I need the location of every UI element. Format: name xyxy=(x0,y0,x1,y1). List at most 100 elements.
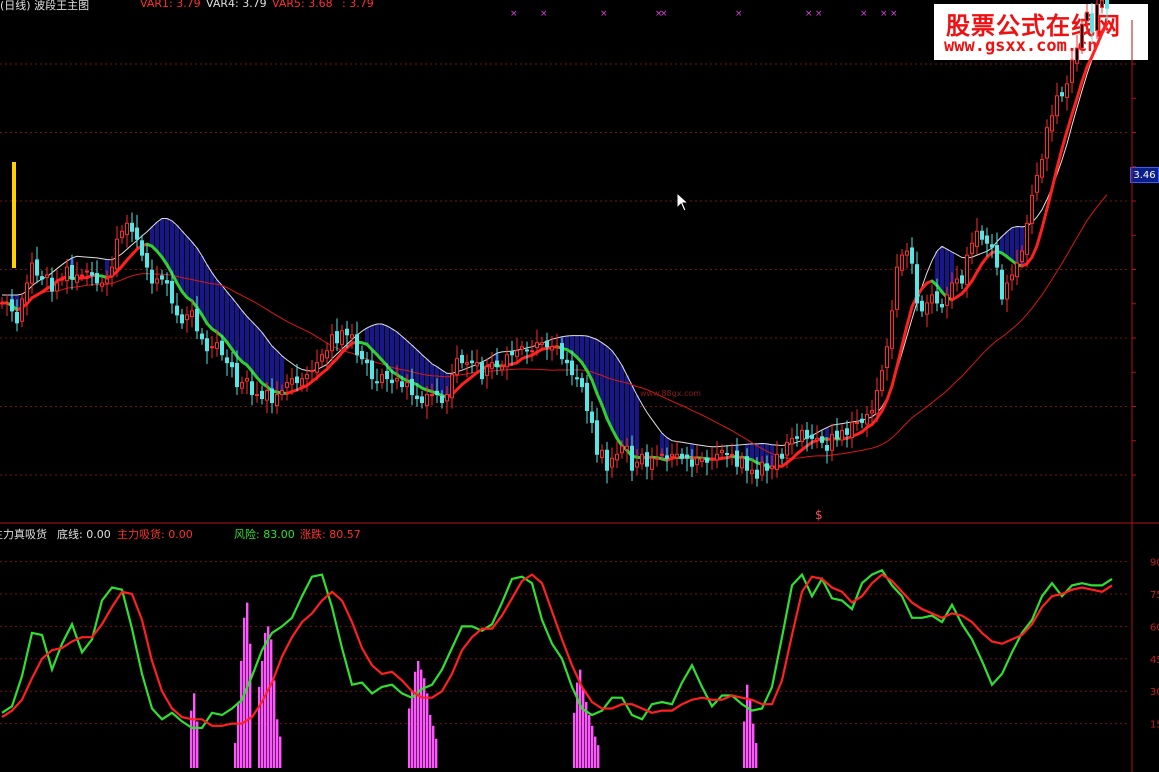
candle-body xyxy=(640,453,644,465)
candle-body xyxy=(525,349,529,352)
candle-body xyxy=(870,409,874,414)
candle-body xyxy=(1075,47,1079,64)
candle-body xyxy=(295,376,299,384)
candle-body xyxy=(85,270,89,273)
candle-body xyxy=(845,428,849,435)
candle-body xyxy=(20,298,24,322)
candle-body xyxy=(205,338,209,352)
candle-body xyxy=(800,429,804,443)
candle-body xyxy=(665,455,669,459)
candle-body xyxy=(700,457,704,462)
top-signal-marker: × xyxy=(890,9,898,19)
candle-body xyxy=(115,238,119,270)
candle-body xyxy=(855,421,859,424)
candle-body xyxy=(1055,95,1059,117)
candle-body xyxy=(1105,0,1109,9)
top-signal-marker: × xyxy=(510,9,518,19)
candle-body xyxy=(1020,250,1024,263)
candle-body xyxy=(585,382,589,411)
candle-body xyxy=(365,359,369,364)
chart-canvas[interactable]: ××××××××××× 15 30 45 60 75 90 xyxy=(0,0,1159,772)
accumulation-bar xyxy=(432,725,435,768)
candle-body xyxy=(645,452,649,467)
candle-body xyxy=(445,394,449,402)
candle-body xyxy=(255,394,259,397)
trend-line-segment xyxy=(1075,79,1084,100)
candle-body xyxy=(685,454,689,459)
accumulation-bar xyxy=(267,626,270,768)
accumulation-bar xyxy=(414,671,417,768)
accumulation-bar xyxy=(276,719,279,768)
candle-body xyxy=(155,278,159,284)
candle-body xyxy=(820,436,824,443)
candle-body xyxy=(470,360,474,364)
trend-line-segment xyxy=(885,384,894,402)
candle-body xyxy=(270,388,274,404)
candle-body xyxy=(1025,222,1029,255)
candle-body xyxy=(960,275,964,284)
candle-body xyxy=(935,291,939,304)
accumulation-readout: 主力吸货: 0.00 xyxy=(117,528,193,541)
candle-body xyxy=(1015,262,1019,278)
dividend-marker: $ xyxy=(815,508,823,522)
candle-body xyxy=(920,300,924,312)
accumulation-bar xyxy=(743,721,746,768)
candle-body xyxy=(220,340,224,356)
candle-body xyxy=(520,346,524,350)
candle-body xyxy=(575,377,579,380)
top-signal-marker: × xyxy=(815,9,823,19)
osc-tick-label: 75 xyxy=(1150,590,1159,601)
candle-body xyxy=(50,277,54,292)
accumulation-bar xyxy=(234,743,237,768)
candle-body xyxy=(420,396,424,404)
candle-body xyxy=(690,459,694,467)
osc-tick-label: 90 xyxy=(1150,558,1159,569)
accumulation-bar xyxy=(594,736,597,768)
candle-body xyxy=(955,278,959,284)
candle-body xyxy=(630,445,634,471)
top-signal-marker: × xyxy=(600,9,608,19)
candle-body xyxy=(940,304,944,308)
candle-body xyxy=(1100,0,1104,8)
stock-chart-screen: (日线) 波段王主图 VAR1: 3.79 VAR4: 3.79 VAR5: 3… xyxy=(0,0,1159,772)
grid-lines xyxy=(0,20,1159,772)
candle-body xyxy=(1030,194,1034,224)
candle-body xyxy=(405,382,409,388)
accumulation-bar xyxy=(273,680,276,768)
candle-body xyxy=(460,355,464,364)
accumulation-bar xyxy=(426,693,429,768)
candle-body xyxy=(680,453,684,459)
candle-body xyxy=(490,362,494,369)
candle-body xyxy=(280,390,284,396)
candle-body xyxy=(970,242,974,255)
candle-body xyxy=(915,264,919,304)
candle-body xyxy=(500,366,504,371)
candle-body xyxy=(180,314,184,324)
candle-body xyxy=(335,331,339,344)
candle-body xyxy=(10,299,14,312)
candle-body xyxy=(505,354,509,368)
osc-tick-label: 30 xyxy=(1150,687,1159,698)
candle-body xyxy=(890,310,894,349)
candle-body xyxy=(1065,83,1069,98)
candle-body xyxy=(765,463,769,471)
candle-body xyxy=(105,278,109,284)
accumulation-bar xyxy=(755,743,758,768)
candle-body xyxy=(1080,23,1084,49)
accumulation-bar xyxy=(264,632,267,768)
top-signal-marker: × xyxy=(880,9,888,19)
accumulation-bar xyxy=(591,725,594,768)
candle-body xyxy=(300,378,304,387)
candle-body xyxy=(355,334,359,356)
trend-line-segment xyxy=(1095,31,1104,47)
candle-body xyxy=(730,453,734,456)
candle-body xyxy=(625,445,629,450)
top-signal-marker: × xyxy=(660,9,668,19)
trend-line-segment xyxy=(1080,65,1089,83)
accumulation-bar xyxy=(435,738,438,768)
candle-body xyxy=(450,374,454,399)
candle-body xyxy=(250,381,254,396)
trend-line-segment xyxy=(1055,147,1064,170)
candle-body xyxy=(70,265,74,280)
candle-body xyxy=(1095,3,1099,32)
